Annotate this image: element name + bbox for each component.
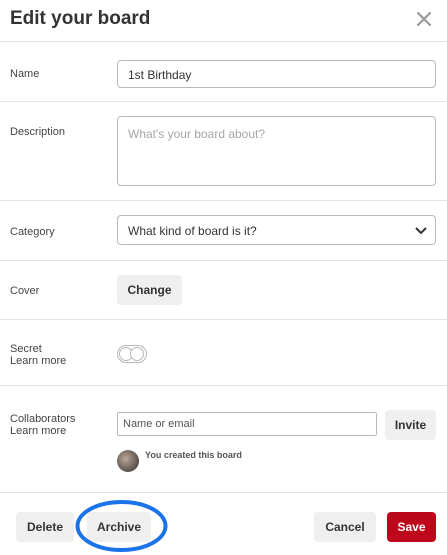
- secret-learn-more-link[interactable]: Learn more: [10, 355, 66, 367]
- divider: [0, 101, 447, 102]
- category-label: Category: [10, 226, 55, 238]
- collaborator-input[interactable]: Name or email: [117, 412, 377, 436]
- chevron-down-icon: [415, 227, 427, 235]
- divider: [0, 260, 447, 261]
- name-value: 1st Birthday: [128, 68, 192, 82]
- description-textarea[interactable]: What's your board about?: [117, 116, 436, 186]
- secret-toggle[interactable]: [117, 345, 147, 363]
- toggle-knob-secondary: [130, 347, 144, 361]
- page-title: Edit your board: [10, 8, 151, 29]
- highlight-circle: [75, 500, 168, 552]
- divider: [0, 319, 447, 320]
- description-label: Description: [10, 126, 66, 138]
- invite-button[interactable]: Invite: [385, 410, 436, 440]
- collaborators-label: Collaborators: [10, 413, 76, 425]
- category-selected: What kind of board is it?: [128, 224, 257, 238]
- change-cover-button[interactable]: Change: [117, 275, 182, 305]
- divider: [0, 41, 447, 42]
- close-icon[interactable]: [413, 8, 435, 30]
- avatar: [117, 450, 139, 472]
- divider: [0, 492, 447, 493]
- divider: [0, 200, 447, 201]
- collaborator-placeholder: Name or email: [123, 418, 195, 430]
- name-label: Name: [10, 68, 40, 80]
- created-note: You created this board: [145, 450, 242, 460]
- secret-label: Secret: [10, 343, 42, 355]
- name-input[interactable]: 1st Birthday: [117, 60, 436, 88]
- cancel-button[interactable]: Cancel: [314, 512, 376, 542]
- delete-button[interactable]: Delete: [16, 512, 74, 542]
- divider: [0, 385, 447, 386]
- cover-label: Cover: [10, 285, 40, 297]
- category-select[interactable]: What kind of board is it?: [117, 215, 436, 245]
- collaborators-learn-more-link[interactable]: Learn more: [10, 425, 66, 437]
- description-placeholder: What's your board about?: [128, 127, 266, 141]
- save-button[interactable]: Save: [387, 512, 436, 542]
